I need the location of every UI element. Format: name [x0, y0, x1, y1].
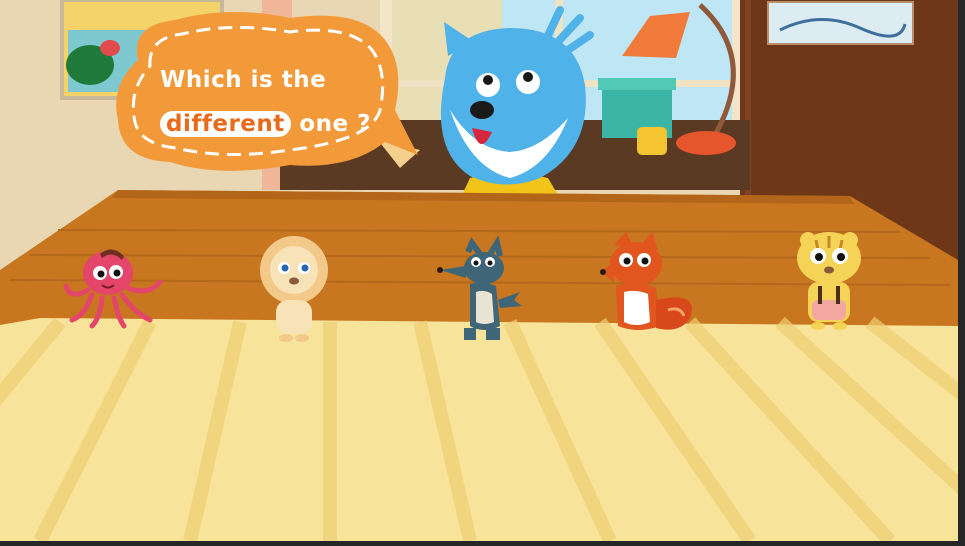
game-stage: Which is the different one ? — [0, 0, 958, 541]
wolf-option[interactable] — [437, 235, 522, 340]
octopus-option[interactable] — [63, 249, 163, 329]
tiger-option[interactable] — [797, 232, 861, 330]
window-edge-bottom — [0, 541, 965, 546]
fox-option[interactable] — [600, 232, 692, 330]
choices-layer — [63, 232, 861, 342]
lion-option[interactable] — [260, 236, 328, 342]
window-edge-right — [958, 0, 965, 546]
